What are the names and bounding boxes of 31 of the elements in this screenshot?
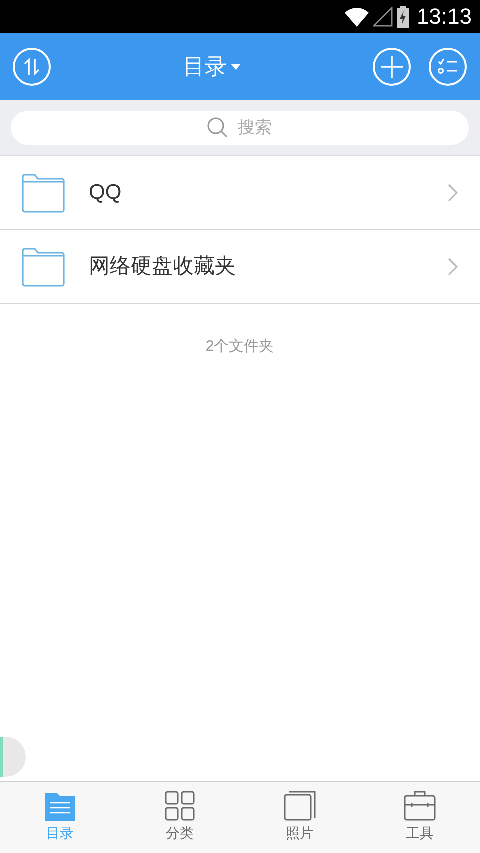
header-title[interactable]: 目录 <box>183 50 227 83</box>
plus-icon <box>381 56 403 78</box>
sort-icon <box>24 58 40 76</box>
status-time: 13:13 <box>416 3 472 31</box>
folder-count: 2个文件夹 <box>206 337 274 357</box>
wifi-icon <box>344 6 369 26</box>
folder-row[interactable]: QQ <box>0 156 480 230</box>
multi-select-button[interactable] <box>429 48 467 86</box>
folder-name: 网络硬盘收藏夹 <box>89 254 237 280</box>
sort-button[interactable] <box>13 48 51 86</box>
floating-handle[interactable] <box>0 737 26 777</box>
dropdown-caret-icon[interactable] <box>231 64 241 70</box>
search-field[interactable]: 搜索 <box>11 110 469 144</box>
grid-icon <box>165 791 195 821</box>
folder-icon <box>22 172 66 212</box>
tab[interactable]: 工具 <box>360 782 480 853</box>
tab[interactable]: 分类 <box>120 782 240 853</box>
toolbox-icon <box>404 791 436 821</box>
tab[interactable]: 照片 <box>240 782 360 853</box>
folder-row[interactable]: 网络硬盘收藏夹 <box>0 230 480 304</box>
checklist-icon <box>438 58 458 76</box>
add-button[interactable] <box>373 48 411 86</box>
signal-icon <box>372 6 393 26</box>
battery-icon <box>396 6 409 28</box>
search-icon <box>207 116 229 138</box>
chevron-right-icon <box>448 258 458 276</box>
folder-name: QQ <box>89 180 123 206</box>
folder-list-icon <box>45 791 75 821</box>
chevron-right-icon <box>448 184 458 202</box>
folder-icon <box>22 246 66 286</box>
stacked-pages-icon <box>284 791 316 821</box>
